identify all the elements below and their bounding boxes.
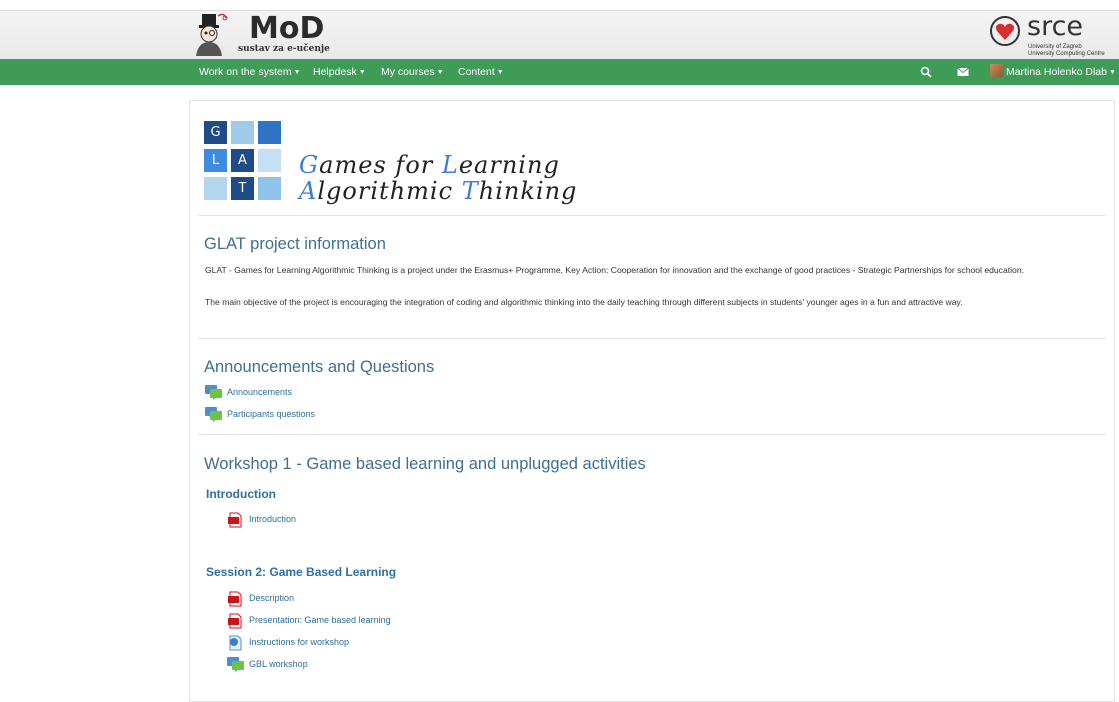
- activity-label: Instructions for workshop: [249, 637, 350, 647]
- nav-label: Work on the system: [199, 66, 292, 78]
- section-title-announcements: Announcements and Questions: [204, 358, 435, 376]
- glat-cell: [231, 121, 254, 144]
- caret-down-icon: ▼: [496, 69, 504, 76]
- pdf-icon: [228, 591, 242, 607]
- activity-label: Announcements: [227, 387, 293, 397]
- srce-line-2: University Computing Centre: [1028, 51, 1105, 57]
- nav-work-on-system[interactable]: Work on the system ▼: [199, 59, 301, 85]
- glat-cell-t: T: [231, 177, 254, 200]
- section-divider: [198, 434, 1106, 435]
- subsection-title-session-2: Session 2: Game Based Learning: [206, 565, 397, 579]
- heart-logo-icon: [990, 16, 1020, 46]
- glat-title-line-2: Algorithmic Thinking: [299, 177, 578, 205]
- nav-label: Content: [458, 66, 495, 78]
- nav-content[interactable]: Content ▼: [458, 59, 504, 85]
- mascot-icon: [196, 13, 228, 56]
- forum-icon: [205, 385, 222, 400]
- section-divider: [198, 215, 1106, 216]
- caret-down-icon: ▼: [436, 69, 444, 76]
- nav-label: My courses: [381, 66, 435, 78]
- section-divider: [198, 338, 1106, 339]
- srce-logo[interactable]: srce University of Zagreb University Com…: [986, 11, 1116, 59]
- activity-label: GBL workshop: [249, 659, 308, 669]
- caret-down-icon: ▼: [293, 69, 301, 76]
- activity-label: Participants questions: [227, 409, 316, 419]
- avatar: [990, 64, 1003, 77]
- glat-banner: G L A T Games for Learning Algorithmic T…: [204, 121, 576, 205]
- glat-cell-g: G: [204, 121, 227, 144]
- envelope-icon[interactable]: [957, 66, 969, 78]
- user-name: Martina Holenko Dlab: [1006, 66, 1107, 78]
- mod-subtitle: sustav za e-učenje: [238, 44, 330, 54]
- glat-title-line-1: Games for Learning: [299, 151, 560, 179]
- pdf-icon: [228, 512, 242, 528]
- mod-logo[interactable]: MoD sustav za e-učenje: [188, 12, 348, 58]
- nav-helpdesk[interactable]: Helpdesk ▼: [313, 59, 366, 85]
- mod-title: MoD: [249, 11, 325, 46]
- nav-label: Helpdesk: [313, 66, 357, 78]
- glat-cell: [204, 177, 227, 200]
- activity-label: Description: [249, 593, 295, 603]
- caret-down-icon: ▼: [358, 69, 366, 76]
- main-navbar: Work on the system ▼ Helpdesk ▼ My courses…: [0, 59, 1119, 85]
- info-paragraph-1: GLAT - Games for Learning Algorithmic Th…: [205, 265, 1024, 275]
- srce-line-1: University of Zagreb: [1028, 44, 1082, 50]
- activity-label: Introduction: [249, 514, 297, 524]
- caret-down-icon: ▼: [1108, 69, 1116, 76]
- glat-cell-l: L: [204, 149, 227, 172]
- subsection-title-introduction: Introduction: [206, 487, 276, 501]
- glat-cell: [258, 121, 281, 144]
- activity-label: Presentation: Game based learning: [249, 615, 391, 625]
- course-content: G L A T Games for Learning Algorithmic T…: [189, 100, 1115, 702]
- user-menu[interactable]: Martina Holenko Dlab ▼: [990, 59, 1116, 85]
- section-title-info: GLAT project information: [204, 235, 386, 253]
- page-icon: [229, 635, 242, 651]
- forum-icon: [205, 407, 222, 422]
- glat-cell-a: A: [231, 149, 254, 172]
- pdf-icon: [228, 613, 242, 629]
- section-title-workshop: Workshop 1 - Game based learning and unp…: [204, 455, 646, 473]
- forum-icon: [227, 657, 244, 672]
- glat-cell: [258, 177, 281, 200]
- info-paragraph-2: The main objective of the project is enc…: [205, 297, 963, 307]
- nav-my-courses[interactable]: My courses ▼: [381, 59, 444, 85]
- search-icon[interactable]: [920, 66, 932, 78]
- srce-wordmark: srce: [1027, 11, 1084, 42]
- site-header: MoD sustav za e-učenje srce University o…: [0, 10, 1119, 59]
- glat-cell: [258, 149, 281, 172]
